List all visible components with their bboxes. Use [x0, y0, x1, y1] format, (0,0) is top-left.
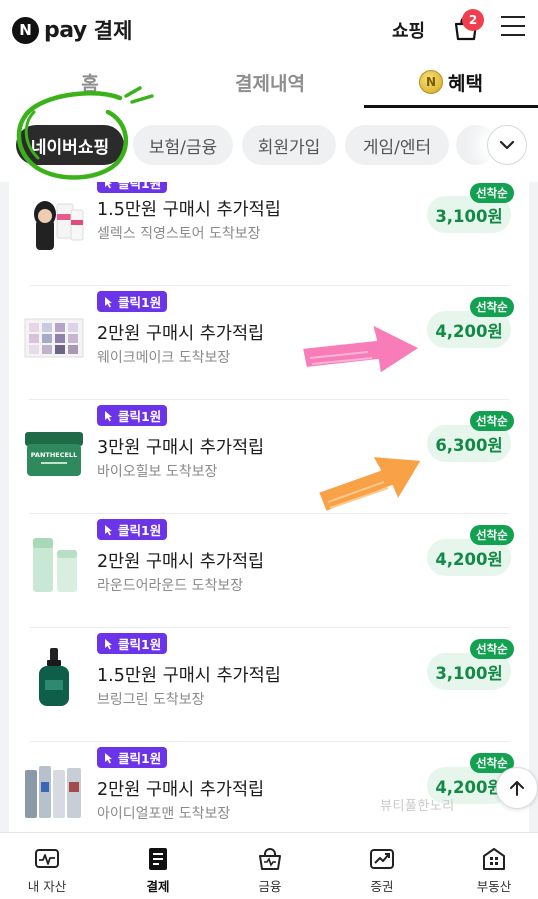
offer-store: 셀렉스 직영스토어 도착보장 [97, 226, 261, 242]
click-cursor-icon [105, 752, 112, 763]
first-come-tag: 선착순 [470, 525, 514, 545]
stock-chart-icon [370, 849, 394, 869]
click-badge: 클릭1원 [97, 405, 168, 426]
offer-title: 1.5만원 구매시 추가적립 [97, 200, 281, 220]
offer-title: 2만원 구매시 추가적립 [97, 552, 265, 572]
first-come-tag: 선착순 [470, 183, 514, 203]
hamburger-menu-icon[interactable] [501, 16, 525, 38]
click-cursor-icon [105, 638, 112, 649]
expand-categories-button[interactable] [487, 125, 527, 165]
click-badge: 클릭1원 [97, 291, 168, 312]
arrow-up-icon [510, 781, 524, 796]
first-come-tag: 선착순 [470, 639, 514, 659]
offer-row[interactable]: 클릭1원 1.5만원 구매시 추가적립 셀렉스 직영스토어 도착보장 3,100… [9, 182, 529, 286]
chip-insurance-finance[interactable]: 보험/금융 [133, 125, 233, 165]
offer-title: 1.5만원 구매시 추가적립 [97, 666, 281, 686]
click-cursor-icon [105, 410, 112, 421]
tab-home[interactable]: 홈 [0, 56, 180, 108]
chevron-down-icon [499, 140, 515, 150]
first-come-tag: 선착순 [470, 411, 514, 431]
offer-row[interactable]: 클릭1원 1.5만원 구매시 추가적립 브링그린 도착보장 3,100원 선착순 [9, 628, 529, 742]
nav-stocks[interactable]: 증권 [328, 833, 436, 899]
product-thumbnail [24, 318, 84, 358]
product-thumbnail [33, 538, 77, 592]
logo-pay-text: pay [44, 17, 87, 43]
chip-membership[interactable]: 회원가입 [242, 125, 336, 165]
main-tabs: 홈 결제내역 N 혜택 [0, 56, 538, 108]
building-icon [483, 848, 505, 870]
category-chips: 네이버쇼핑 보험/금융 회원가입 게임/엔터 [0, 108, 538, 182]
offer-title: 2만원 구매시 추가적립 [97, 324, 265, 344]
click-badge: 클릭1원 [97, 519, 168, 540]
offer-row[interactable]: PANTHECELL 클릭1원 3만원 구매시 추가적립 바이오힐보 도착보장 … [9, 400, 529, 514]
logo-title: 결제 [93, 19, 133, 43]
chip-naver-shopping[interactable]: 네이버쇼핑 [16, 125, 124, 165]
watermark-text: 뷰티풀한노리 [380, 799, 455, 814]
offer-store: 바이오힐보 도착보장 [97, 464, 218, 480]
offer-store: 웨이크메이크 도착보장 [97, 350, 231, 366]
click-badge: 클릭1원 [97, 633, 168, 654]
offer-list: 클릭1원 1.5만원 구매시 추가적립 셀렉스 직영스토어 도착보장 3,100… [9, 182, 529, 832]
offer-row[interactable]: 클릭1원 2만원 구매시 추가적립 웨이크메이크 도착보장 4,200원 선착순 [9, 286, 529, 400]
offer-store: 라운드어라운드 도착보장 [97, 578, 244, 594]
cart-count-badge: 2 [462, 9, 484, 31]
shopping-link[interactable]: 쇼핑 [392, 17, 425, 43]
asset-chart-icon [35, 849, 59, 868]
click-cursor-icon [105, 182, 112, 188]
scroll-to-top-button[interactable] [496, 767, 538, 809]
naver-n-icon: N [12, 16, 39, 44]
nav-my-assets[interactable]: 내 자산 [0, 833, 101, 899]
tab-payment-history[interactable]: 결제내역 [180, 56, 360, 108]
nav-finance[interactable]: 금융 [216, 833, 324, 899]
wallet-bag-icon [259, 848, 281, 870]
n-coin-icon: N [419, 70, 444, 94]
offer-store: 아이디얼포맨 도착보장 [97, 806, 231, 822]
first-come-tag: 선착순 [470, 297, 514, 317]
svg-text:PANTHECELL: PANTHECELL [31, 451, 77, 459]
click-badge: 클릭1원 [97, 747, 168, 768]
tab-benefits[interactable]: N 혜택 [364, 56, 538, 108]
product-thumbnail [23, 192, 85, 254]
offer-row[interactable]: 클릭1원 2만원 구매시 추가적립 아이디얼포맨 도착보장 4,200원 선착순 [9, 742, 529, 832]
click-badge: 클릭1원 [97, 182, 168, 193]
click-cursor-icon [105, 296, 112, 307]
npay-logo[interactable]: N pay 결제 [12, 15, 132, 45]
receipt-icon [149, 848, 167, 870]
product-thumbnail [39, 648, 69, 706]
nav-payment[interactable]: 결제 [104, 833, 212, 899]
offer-title: 3만원 구매시 추가적립 [97, 438, 265, 458]
bottom-navigation: 내 자산 결제 금융 증권 부동산 [0, 832, 538, 899]
offer-row[interactable]: 클릭1원 2만원 구매시 추가적립 라운드어라운드 도착보장 4,200원 선착… [9, 514, 529, 628]
click-cursor-icon [105, 524, 112, 535]
chip-game-entertainment[interactable]: 게임/엔터 [345, 125, 449, 165]
product-thumbnail [25, 766, 81, 818]
offer-store: 브링그린 도착보장 [97, 692, 205, 708]
nav-real-estate[interactable]: 부동산 [440, 833, 538, 899]
top-bar: N pay 결제 쇼핑 2 [0, 0, 538, 56]
product-thumbnail: PANTHECELL [25, 432, 83, 476]
offer-title: 2만원 구매시 추가적립 [97, 780, 265, 800]
